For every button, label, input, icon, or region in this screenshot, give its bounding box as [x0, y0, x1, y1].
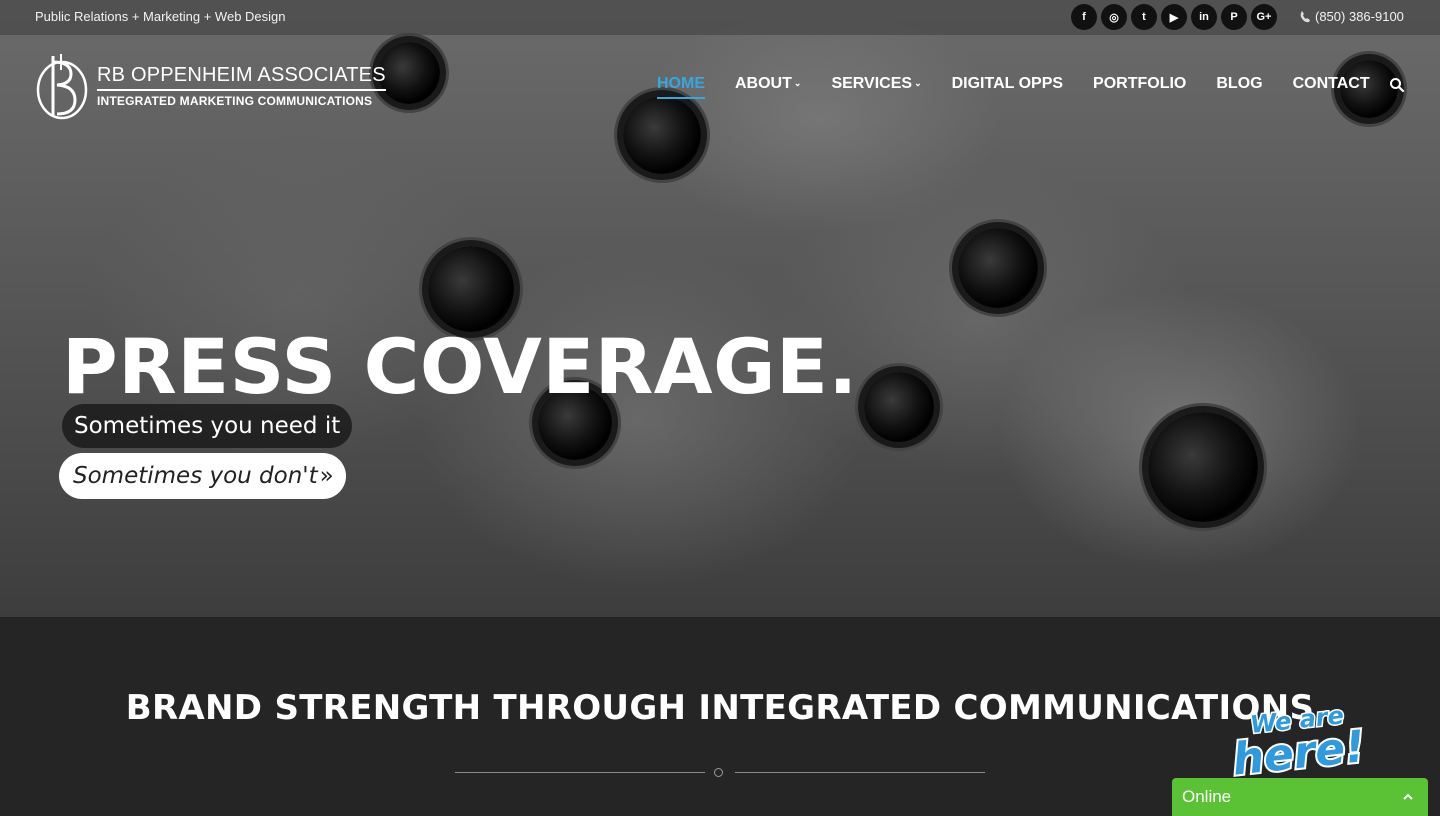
- rb-monogram-icon: [36, 54, 88, 120]
- hero-subtitle: Sometimes you need it: [62, 404, 353, 448]
- google-plus-icon[interactable]: G+: [1251, 4, 1277, 30]
- divider-line: [735, 772, 985, 773]
- logo-name: RB OPPENHEIM ASSOCIATES: [97, 64, 386, 91]
- nav-contact[interactable]: CONTACT: [1293, 75, 1370, 99]
- youtube-icon[interactable]: ▶: [1161, 4, 1187, 30]
- camera-lens-image: [623, 96, 701, 174]
- search-icon[interactable]: [1389, 77, 1405, 93]
- camera-lens-image: [958, 228, 1038, 308]
- instagram-icon[interactable]: ◎: [1101, 4, 1127, 30]
- hero-cta-label: Sometimes you don't: [73, 463, 318, 489]
- nav-services-label: SERVICES: [831, 75, 913, 92]
- chat-status: Online: [1182, 787, 1232, 806]
- pinterest-icon[interactable]: P: [1221, 4, 1247, 30]
- logo-subtitle: INTEGRATED MARKETING COMMUNICATIONS: [97, 94, 373, 108]
- nav-services[interactable]: SERVICES ⌄: [831, 75, 921, 99]
- facebook-icon[interactable]: f: [1071, 4, 1097, 30]
- hero-title: PRESS COVERAGE.: [62, 322, 858, 411]
- chevron-down-icon: ⌄: [914, 78, 922, 88]
- nav-portfolio[interactable]: PORTFOLIO: [1093, 75, 1186, 99]
- linkedin-icon[interactable]: in: [1191, 4, 1217, 30]
- phone-icon: [1300, 10, 1310, 22]
- nav-digital-opps[interactable]: DIGITAL OPPS: [952, 75, 1063, 99]
- twitter-icon[interactable]: t: [1131, 4, 1157, 30]
- nav-blog[interactable]: BLOG: [1216, 75, 1262, 99]
- phone-number[interactable]: (850) 386-9100: [1300, 9, 1404, 24]
- section-title: BRAND STRENGTH THROUGH INTEGRATED COMMUN…: [125, 688, 1315, 728]
- divider-line: [455, 772, 705, 773]
- camera-lens-image: [1148, 412, 1258, 522]
- chevron-up-icon[interactable]: [1402, 791, 1414, 803]
- company-logo[interactable]: RB OPPENHEIM ASSOCIATES INTEGRATED MARKE…: [35, 52, 386, 120]
- chevron-down-icon: ⌄: [793, 78, 802, 88]
- social-links: f ◎ t ▶ in P G+: [1071, 4, 1277, 30]
- divider-dot: [714, 768, 723, 777]
- top-bar: Public Relations + Marketing + Web Desig…: [0, 0, 1440, 35]
- camera-lens-image: [428, 246, 514, 332]
- chat-badge[interactable]: We are here!: [1228, 700, 1373, 778]
- hero-cta-button[interactable]: Sometimes you don't»: [59, 453, 346, 499]
- nav-about-label: ABOUT: [735, 75, 792, 92]
- chat-bar[interactable]: Online: [1172, 778, 1428, 816]
- camera-lens-image: [378, 42, 440, 104]
- double-chevron-right-icon: »: [319, 463, 334, 489]
- tagline: Public Relations + Marketing + Web Desig…: [35, 9, 286, 24]
- phone-number-text: (850) 386-9100: [1315, 9, 1404, 24]
- camera-lens-image: [864, 372, 934, 442]
- nav-about[interactable]: ABOUT ⌄: [735, 75, 801, 99]
- nav-home[interactable]: HOME: [657, 75, 705, 99]
- main-nav: HOME ABOUT ⌄ SERVICES ⌄ DIGITAL OPPS PORTF…: [657, 75, 1400, 99]
